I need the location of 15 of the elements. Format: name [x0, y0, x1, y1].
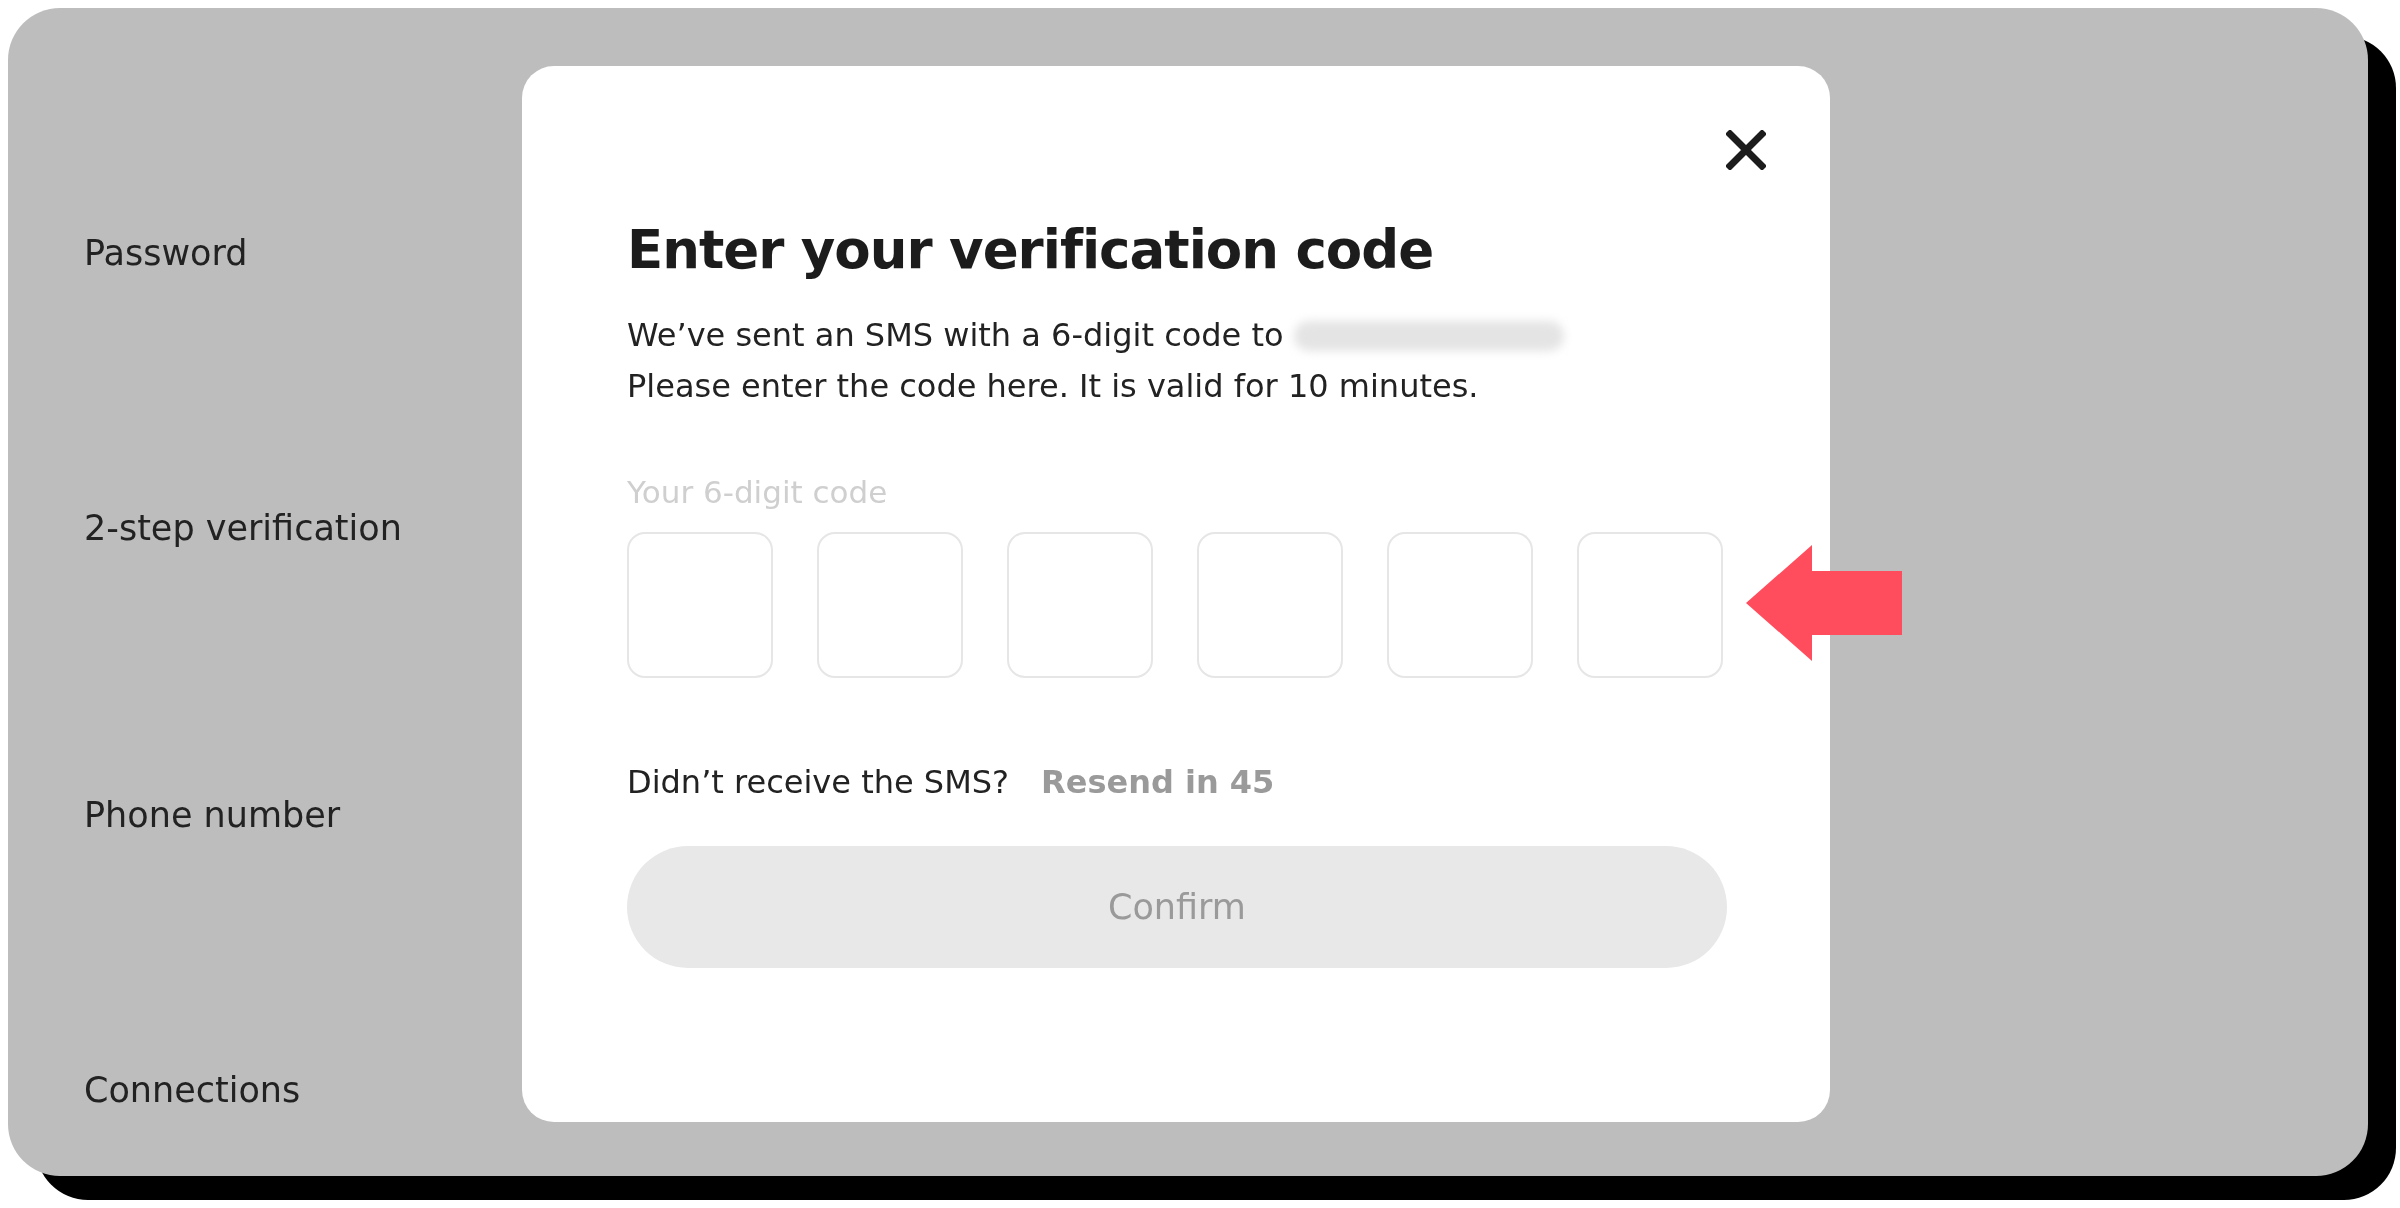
code-digit-field[interactable] — [1197, 532, 1343, 678]
setting-label: Password — [84, 232, 248, 275]
setting-label: 2-step verification — [84, 507, 402, 550]
message-text: Please enter the code here. It is valid for 10 minutes. — [627, 366, 1479, 407]
dialog-title: Enter your verification code — [627, 218, 1435, 282]
setting-label: Phone number — [84, 794, 341, 837]
setting-label: Connections — [84, 1069, 301, 1112]
code-digit-field[interactable] — [1387, 532, 1533, 678]
code-digit-field[interactable] — [817, 532, 963, 678]
close-icon — [1726, 130, 1766, 170]
code-digit-field[interactable] — [1577, 532, 1723, 678]
resend-prompt: Didn’t receive the SMS? — [627, 762, 1010, 803]
code-digit-field[interactable] — [627, 532, 773, 678]
message-text: We’ve sent an SMS with a 6-digit code to — [627, 315, 1284, 356]
code-digit-field[interactable] — [1007, 532, 1153, 678]
